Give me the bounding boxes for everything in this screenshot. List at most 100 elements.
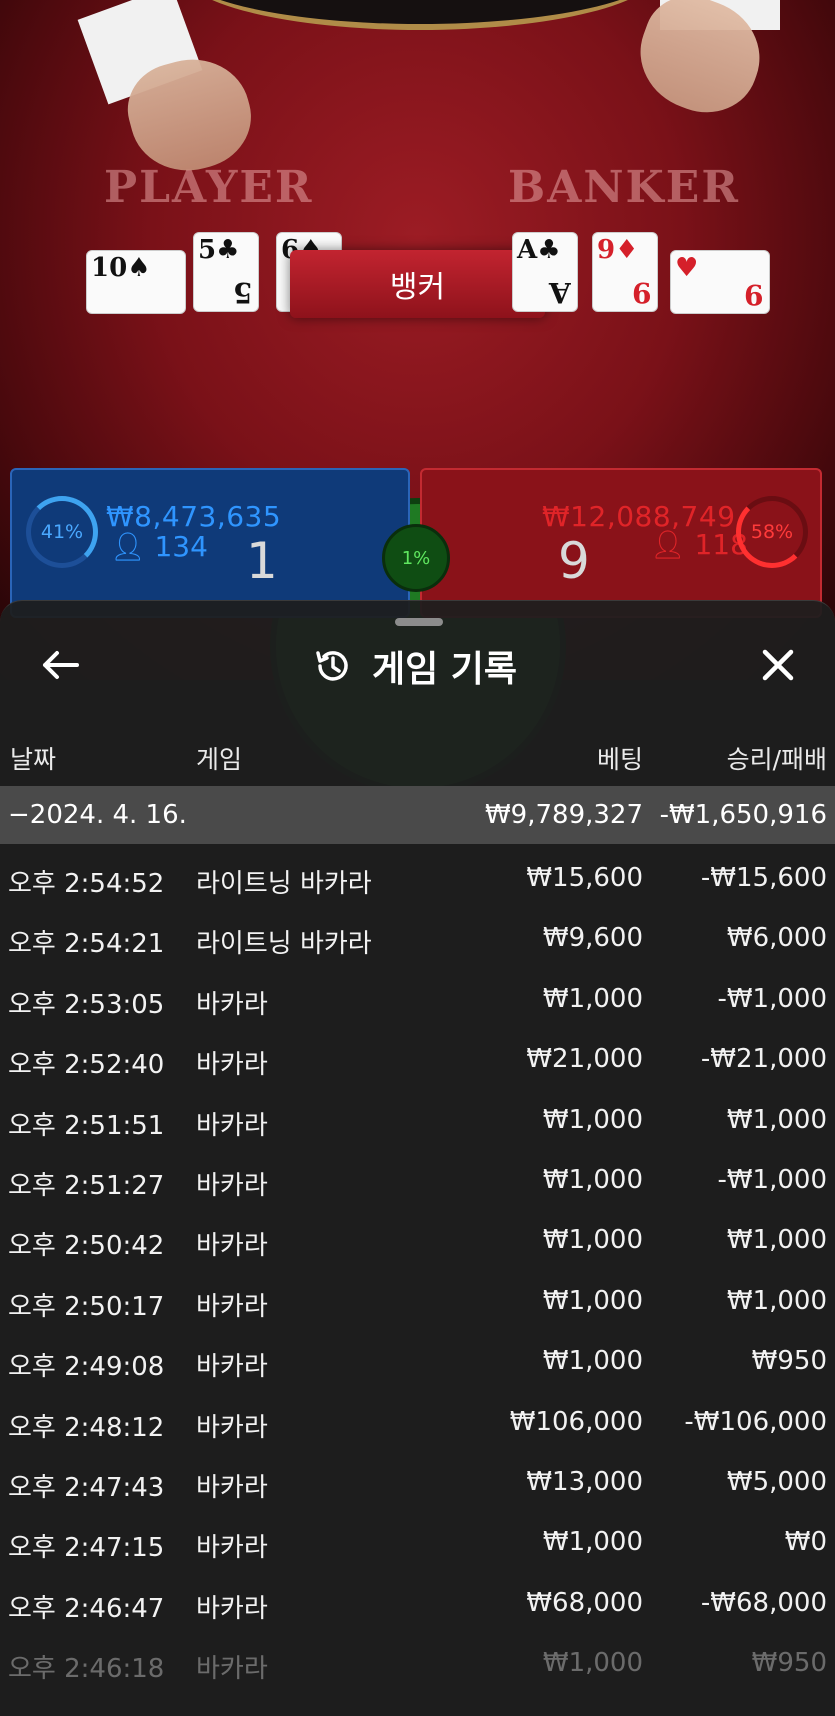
- row-result: ₩6,000: [726, 923, 827, 954]
- player-card-1: 10 ♠: [86, 250, 186, 314]
- row-time: 오후 2:49:08: [8, 1352, 165, 1383]
- row-bet: ₩68,000: [526, 1587, 643, 1618]
- row-time: 오후 2:54:21: [8, 929, 165, 960]
- history-row[interactable]: 오후 2:54:21 라이트닝 바카라 ₩9,600 ₩6,000: [0, 910, 835, 970]
- row-time: 오후 2:46:18: [8, 1654, 165, 1685]
- column-header-date: 날짜: [10, 745, 57, 774]
- arrow-left-icon: [43, 651, 79, 679]
- row-bet: ₩13,000: [526, 1466, 643, 1497]
- row-result: ₩0: [784, 1527, 827, 1558]
- row-game: 바카라: [196, 1050, 268, 1081]
- row-time: 오후 2:51:51: [8, 1110, 165, 1141]
- row-bet: ₩9,600: [542, 923, 643, 954]
- history-row[interactable]: 오후 2:47:15 바카라 ₩1,000 ₩0: [0, 1514, 835, 1574]
- banker-card-3: ♥ 9: [670, 250, 770, 314]
- row-game: 바카라: [196, 1291, 268, 1322]
- player-percent-ring: 41%: [26, 496, 98, 568]
- history-row[interactable]: 오후 2:46:47 바카라 ₩68,000 -₩68,000: [0, 1575, 835, 1635]
- history-row[interactable]: 오후 2:51:51 바카라 ₩1,000 ₩1,000: [0, 1092, 835, 1152]
- row-result: ₩5,000: [726, 1466, 827, 1497]
- row-result: -₩68,000: [700, 1587, 827, 1618]
- history-row[interactable]: 오후 2:50:17 바카라 ₩1,000 ₩1,000: [0, 1273, 835, 1333]
- history-list: 오후 2:54:52 라이트닝 바카라 ₩15,600 -₩15,600 오후 …: [0, 850, 835, 1695]
- history-row[interactable]: 오후 2:51:27 바카라 ₩1,000 -₩1,000: [0, 1152, 835, 1212]
- history-row[interactable]: 오후 2:54:52 라이트닝 바카라 ₩15,600 -₩15,600: [0, 850, 835, 910]
- row-game: 라이트닝 바카라: [196, 929, 372, 960]
- person-icon: 👤︎: [110, 530, 146, 563]
- tie-percent: 1%: [382, 524, 450, 592]
- row-bet: ₩15,600: [526, 863, 643, 893]
- row-game: 바카라: [196, 1352, 268, 1383]
- row-result: ₩950: [751, 1346, 827, 1377]
- history-row[interactable]: 오후 2:47:43 바카라 ₩13,000 ₩5,000: [0, 1454, 835, 1514]
- row-time: 오후 2:52:40: [8, 1050, 165, 1081]
- player-bet-amount: ₩8,473,635: [106, 500, 282, 533]
- row-result: ₩1,000: [726, 1225, 827, 1256]
- history-row[interactable]: 오후 2:49:08 바카라 ₩1,000 ₩950: [0, 1333, 835, 1393]
- banker-card-2: 9 ♦ 9: [592, 232, 658, 312]
- sheet-drag-handle[interactable]: [395, 618, 443, 626]
- column-header-bet: 베팅: [596, 745, 643, 774]
- close-icon: [762, 649, 794, 681]
- history-row[interactable]: 오후 2:52:40 바카라 ₩21,000 -₩21,000: [0, 1031, 835, 1091]
- history-row[interactable]: 오후 2:53:05 바카라 ₩1,000 -₩1,000: [0, 971, 835, 1031]
- row-time: 오후 2:47:15: [8, 1533, 165, 1564]
- date-group-row[interactable]: −2024. 4. 16. ₩9,789,327 -₩1,650,916: [0, 786, 835, 844]
- date-group-date: −2024. 4. 16.: [8, 800, 187, 830]
- row-bet: ₩1,000: [542, 983, 643, 1014]
- row-bet: ₩106,000: [509, 1406, 643, 1437]
- row-time: 오후 2:48:12: [8, 1412, 165, 1443]
- row-result: -₩21,000: [700, 1044, 827, 1075]
- row-bet: ₩21,000: [526, 1044, 643, 1075]
- banker-score: 9: [558, 532, 590, 590]
- row-result: -₩1,000: [717, 1164, 827, 1195]
- row-game: 바카라: [196, 1472, 268, 1503]
- row-result: ₩1,000: [726, 1285, 827, 1316]
- banker-percent-ring: 58%: [736, 496, 808, 568]
- result-banner: 뱅커: [290, 250, 545, 318]
- row-game: 바카라: [196, 1231, 268, 1262]
- row-time: 오후 2:46:47: [8, 1593, 165, 1624]
- history-icon: [316, 651, 348, 681]
- row-game: 바카라: [196, 1412, 268, 1443]
- banker-bettor-count: 👤︎ 118: [650, 528, 748, 561]
- banker-side-label: BANKER: [508, 162, 740, 213]
- banker-card-1: A ♣ A: [512, 232, 578, 312]
- row-game: 바카라: [196, 1170, 268, 1201]
- date-group-win-total: -₩1,650,916: [659, 800, 827, 830]
- row-bet: ₩1,000: [542, 1346, 643, 1377]
- row-game: 라이트닝 바카라: [196, 869, 372, 899]
- column-header-game: 게임: [196, 745, 243, 774]
- row-time: 오후 2:50:42: [8, 1231, 165, 1262]
- row-result: ₩1,000: [726, 1104, 827, 1135]
- person-icon: 👤︎: [650, 528, 686, 561]
- player-card-2: 5 ♣ 5: [193, 232, 259, 312]
- history-row[interactable]: 오후 2:50:42 바카라 ₩1,000 ₩1,000: [0, 1212, 835, 1272]
- row-result: -₩1,000: [717, 983, 827, 1014]
- row-time: 오후 2:54:52: [8, 869, 165, 899]
- history-row[interactable]: 오후 2:48:12 바카라 ₩106,000 -₩106,000: [0, 1394, 835, 1454]
- row-result: -₩15,600: [700, 863, 827, 893]
- row-game: 바카라: [196, 1593, 268, 1624]
- row-bet: ₩1,000: [542, 1225, 643, 1256]
- row-bet: ₩1,000: [542, 1164, 643, 1195]
- close-button[interactable]: [756, 643, 800, 687]
- row-bet: ₩1,000: [542, 1648, 643, 1679]
- player-side-label: PLAYER: [104, 162, 314, 213]
- column-header-win-loss: 승리/패배: [726, 745, 827, 774]
- row-game: 바카라: [196, 989, 268, 1020]
- row-game: 바카라: [196, 1654, 268, 1685]
- date-group-bet-total: ₩9,789,327: [484, 800, 643, 830]
- table-rail: [180, 0, 660, 30]
- row-time: 오후 2:47:43: [8, 1472, 165, 1503]
- row-result: ₩950: [751, 1648, 827, 1679]
- row-time: 오후 2:51:27: [8, 1170, 165, 1201]
- history-row[interactable]: 오후 2:46:18 바카라 ₩1,000 ₩950: [0, 1635, 835, 1695]
- player-score: 1: [246, 532, 278, 590]
- row-bet: ₩1,000: [542, 1104, 643, 1135]
- row-bet: ₩1,000: [542, 1285, 643, 1316]
- sheet-title: 게임 기록: [312, 640, 517, 692]
- back-button[interactable]: [38, 643, 82, 687]
- page-title: 게임 기록: [372, 649, 518, 690]
- row-game: 바카라: [196, 1110, 268, 1141]
